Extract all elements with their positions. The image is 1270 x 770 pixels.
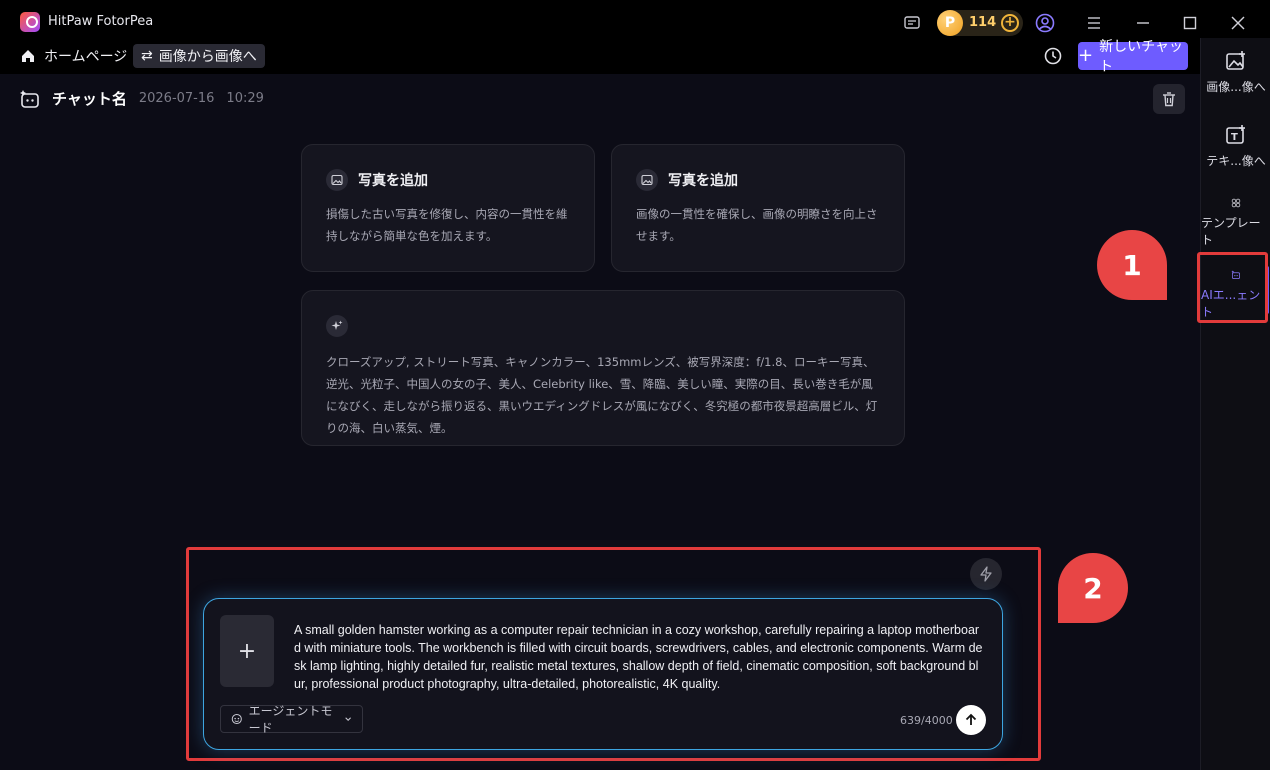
chat-agent-icon xyxy=(20,89,39,108)
credits-badge[interactable]: P 114 + xyxy=(937,10,1023,36)
menu-icon[interactable] xyxy=(1084,13,1104,33)
feedback-icon[interactable] xyxy=(902,13,922,33)
card-title: 写真を追加 xyxy=(358,173,428,189)
callout-number: 2 xyxy=(1083,571,1103,605)
card-description: 損傷した古い写真を修復し、内容の一貫性を維持しながら簡単な色を加えます。 xyxy=(326,207,568,243)
sidebar-item-label: テンプレート xyxy=(1201,216,1261,247)
suggestion-card[interactable]: 写真を追加 損傷した古い写真を修復し、内容の一貫性を維持しながら簡単な色を加えま… xyxy=(301,144,595,272)
char-count: 639/4000 xyxy=(900,714,953,727)
new-chat-button[interactable]: + 新しいチャット xyxy=(1078,39,1188,75)
home-label: ホームページ xyxy=(44,49,128,65)
template-icon xyxy=(1231,198,1241,208)
trash-icon xyxy=(1163,91,1175,106)
nav-bar: ホームページ ⇄ 画像から画像へ + 新しいチャット xyxy=(0,38,1200,75)
card-description: クローズアップ, ストリート写真、キャノンカラー、135mmレンズ、被写界深度：… xyxy=(326,355,878,435)
credits-count: 114 xyxy=(969,15,997,30)
arrow-up-icon xyxy=(965,713,977,725)
chat-time: 10:29 xyxy=(226,91,264,106)
sparkle-icon xyxy=(326,315,348,337)
chevron-down-icon xyxy=(345,717,351,721)
callout-badge-1: 1 xyxy=(1097,230,1167,300)
prompt-textarea[interactable]: A small golden hamster working as a comp… xyxy=(294,621,984,693)
callout-number: 1 xyxy=(1122,248,1142,282)
plus-icon: + xyxy=(237,638,257,664)
agent-mode-icon xyxy=(231,713,242,725)
close-icon[interactable] xyxy=(1228,13,1248,33)
image-icon xyxy=(636,169,658,191)
text-to-image-icon: T xyxy=(1226,125,1245,144)
callout-badge-2: 2 xyxy=(1058,553,1128,623)
image-to-image-tab[interactable]: ⇄ 画像から画像へ xyxy=(133,44,265,68)
image-add-icon xyxy=(1226,51,1245,70)
add-image-button[interactable]: + xyxy=(220,615,274,687)
agent-mode-label: エージェントモード xyxy=(248,704,333,735)
chat-header: チャット名 2026-07-16 10:29 xyxy=(20,88,264,109)
card-title: 写真を追加 xyxy=(668,173,738,189)
sidebar-item-image-to-image[interactable]: 画像...像へ xyxy=(1201,40,1270,100)
convert-label: 画像から画像へ xyxy=(158,49,257,65)
account-icon[interactable] xyxy=(1035,13,1055,33)
swap-icon: ⇄ xyxy=(141,48,153,64)
home-button[interactable]: ホームページ xyxy=(20,46,127,66)
plus-icon: + xyxy=(1078,45,1094,66)
image-icon xyxy=(326,169,348,191)
prompt-input-box: + A small golden hamster working as a co… xyxy=(203,598,1003,750)
send-button[interactable] xyxy=(956,705,986,735)
delete-chat-button[interactable] xyxy=(1153,84,1185,114)
svg-text:T: T xyxy=(1231,132,1238,143)
history-icon[interactable] xyxy=(1043,46,1063,70)
chat-date: 2026-07-16 xyxy=(138,91,215,106)
chat-name: チャット名 xyxy=(52,90,127,108)
home-icon xyxy=(22,50,34,62)
coin-icon: P xyxy=(937,10,963,36)
agent-mode-select[interactable]: エージェントモード xyxy=(220,704,363,735)
right-sidebar: 画像...像へ T テキ...像へ テンプレート AIエ...ェント xyxy=(1200,38,1270,770)
sidebar-item-text-to-image[interactable]: T テキ...像へ xyxy=(1201,114,1270,174)
sidebar-item-label: テキ...像へ xyxy=(1206,154,1266,168)
highlight-ai-agent xyxy=(1197,252,1268,323)
add-credits-icon[interactable]: + xyxy=(1001,14,1019,32)
suggestion-card[interactable]: 写真を追加 画像の一貫性を確保し、画像の明瞭さを向上させます。 xyxy=(611,144,905,272)
minimize-icon[interactable] xyxy=(1133,13,1153,33)
app-title: HitPaw FotorPea xyxy=(48,14,154,29)
maximize-icon[interactable] xyxy=(1180,13,1200,33)
sidebar-item-template[interactable]: テンプレート xyxy=(1201,188,1270,248)
suggestion-card[interactable]: クローズアップ, ストリート写真、キャノンカラー、135mmレンズ、被写界深度：… xyxy=(301,290,905,446)
card-description: 画像の一貫性を確保し、画像の明瞭さを向上させます。 xyxy=(636,207,878,243)
sidebar-item-label: 画像...像へ xyxy=(1206,80,1266,94)
quick-mode-button[interactable] xyxy=(970,558,1002,590)
app-logo xyxy=(20,12,40,32)
new-chat-label: 新しいチャット xyxy=(1099,39,1183,75)
lightning-icon xyxy=(980,566,992,582)
